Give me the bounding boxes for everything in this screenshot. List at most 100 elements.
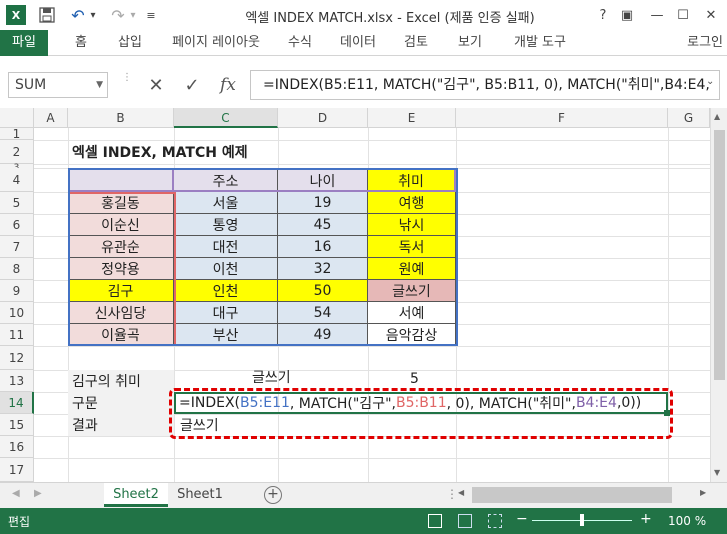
table-cell[interactable]: 대구 — [174, 302, 278, 324]
table-header-cell-b[interactable] — [68, 168, 174, 192]
table-cell[interactable]: 이순신 — [68, 214, 174, 236]
tab-view[interactable]: 보기 — [450, 30, 490, 56]
table-cell[interactable]: 독서 — [368, 236, 456, 258]
tab-page-layout[interactable]: 페이지 레이아웃 — [164, 30, 268, 56]
table-header-cell-c[interactable]: 주소 — [174, 168, 278, 192]
tab-insert[interactable]: 삽입 — [110, 30, 150, 56]
table-cell[interactable]: 유관순 — [68, 236, 174, 258]
row-header-2[interactable]: 2 — [0, 140, 34, 164]
row-header-1[interactable]: 1 — [0, 127, 34, 141]
zoom-out-button[interactable]: − — [516, 511, 528, 527]
fill-handle[interactable] — [664, 410, 670, 416]
table-cell[interactable]: 이천 — [174, 258, 278, 280]
tab-splitter-icon[interactable]: ⋮ — [446, 487, 458, 501]
cell-c13[interactable]: 글쓰기 — [248, 366, 348, 388]
table-cell[interactable]: 음악감상 — [368, 324, 456, 346]
table-cell[interactable]: 낚시 — [368, 214, 456, 236]
normal-view-icon[interactable] — [428, 514, 442, 528]
table-header-cell-d[interactable]: 나이 — [278, 168, 368, 192]
active-cell-editor[interactable]: =INDEX(B5:E11, MATCH("김구", B5:B11, 0), M… — [174, 392, 668, 414]
sheet-nav-right-icon[interactable]: ▶ — [34, 488, 42, 499]
undo-dropdown-icon[interactable]: ▾ — [88, 4, 98, 26]
ribbon-display-icon[interactable]: ▣ — [616, 4, 638, 26]
table-cell[interactable]: 서예 — [368, 302, 456, 324]
table-cell[interactable]: 32 — [278, 258, 368, 280]
row-header-4[interactable]: 4 — [0, 168, 34, 192]
row-header-7[interactable]: 7 — [0, 236, 34, 258]
table-cell[interactable]: 49 — [278, 324, 368, 346]
table-cell[interactable]: 대전 — [174, 236, 278, 258]
save-icon[interactable] — [36, 4, 58, 26]
scroll-up-icon[interactable]: ▲ — [714, 112, 720, 121]
page-break-view-icon[interactable] — [488, 514, 502, 528]
cancel-button[interactable]: ✕ — [142, 72, 170, 98]
table-cell[interactable]: 신사임당 — [68, 302, 174, 324]
row-header-11[interactable]: 11 — [0, 324, 34, 346]
zoom-level[interactable]: 100 % — [668, 514, 706, 528]
scroll-down-icon[interactable]: ▼ — [714, 468, 720, 477]
sheet-tab-sheet2[interactable]: Sheet2 — [104, 483, 168, 507]
hscroll-thumb[interactable] — [472, 487, 672, 503]
row-header-8[interactable]: 8 — [0, 258, 34, 280]
cell-c15[interactable]: 글쓰기 — [176, 414, 276, 436]
row-header-9[interactable]: 9 — [0, 280, 34, 302]
redo-dropdown-icon[interactable]: ▾ — [128, 4, 138, 26]
table-cell[interactable]: 통영 — [174, 214, 278, 236]
excel-app-icon[interactable]: X — [6, 5, 26, 25]
row-header-14[interactable]: 14 — [0, 392, 34, 414]
cell-b13[interactable]: 김구의 취미 — [68, 370, 174, 392]
table-cell[interactable]: 원예 — [368, 258, 456, 280]
cell-d13[interactable]: 5 — [410, 368, 430, 390]
row-header-15[interactable]: 15 — [0, 414, 34, 436]
row-header-5[interactable]: 5 — [0, 192, 34, 214]
column-header-f[interactable]: F — [456, 108, 668, 128]
tab-file[interactable]: 파일 — [0, 30, 48, 56]
table-cell[interactable]: 정약용 — [68, 258, 174, 280]
table-cell[interactable]: 19 — [278, 192, 368, 214]
cell-b15[interactable]: 결과 — [68, 414, 174, 436]
table-cell[interactable]: 서울 — [174, 192, 278, 214]
tab-review[interactable]: 검토 — [396, 30, 436, 56]
table-cell[interactable]: 인천 — [174, 280, 278, 302]
insert-function-button[interactable]: fx — [214, 72, 242, 98]
page-layout-view-icon[interactable] — [458, 514, 472, 528]
customize-qat-icon[interactable]: ≡ — [144, 4, 158, 26]
vertical-scrollbar[interactable]: ▲ ▼ — [710, 108, 727, 482]
minimize-icon[interactable]: — — [646, 4, 668, 26]
sheet-nav-left-icon[interactable]: ◀ — [12, 488, 20, 499]
zoom-in-button[interactable]: + — [640, 511, 652, 527]
cell-b14[interactable]: 구문 — [68, 392, 174, 414]
hscroll-left-icon[interactable]: ◀ — [458, 488, 464, 497]
tab-formulas[interactable]: 수식 — [280, 30, 320, 56]
table-cell[interactable]: 54 — [278, 302, 368, 324]
table-cell[interactable]: 이율곡 — [68, 324, 174, 346]
table-header-cell-e[interactable]: 취미 — [368, 168, 456, 192]
row-header-13[interactable]: 13 — [0, 370, 34, 392]
enter-button[interactable]: ✓ — [178, 72, 206, 98]
scroll-thumb[interactable] — [714, 130, 725, 380]
chevron-down-icon[interactable]: ▼ — [96, 73, 103, 97]
tab-developer[interactable]: 개발 도구 — [504, 30, 576, 56]
name-box[interactable]: SUM ▼ — [8, 72, 108, 98]
tab-data[interactable]: 데이터 — [334, 30, 382, 56]
hscroll-right-icon[interactable]: ▶ — [700, 488, 706, 497]
expand-formula-icon[interactable]: ⌄ — [706, 76, 714, 87]
sheet-title[interactable]: 엑셀 INDEX, MATCH 예제 — [68, 140, 368, 164]
zoom-slider-thumb[interactable] — [580, 514, 584, 526]
table-cell[interactable]: 16 — [278, 236, 368, 258]
login-link[interactable]: 로그인 — [687, 30, 723, 56]
row-header-10[interactable]: 10 — [0, 302, 34, 324]
table-cell[interactable]: 45 — [278, 214, 368, 236]
table-cell[interactable]: 홍길동 — [68, 192, 174, 214]
row-header-12[interactable]: 12 — [0, 346, 34, 370]
help-icon[interactable]: ? — [592, 4, 614, 26]
select-all-corner[interactable] — [0, 108, 34, 128]
formula-input[interactable]: =INDEX(B5:E11, MATCH("김구", B5:B11, 0), M… — [250, 70, 720, 100]
add-sheet-button[interactable]: + — [264, 486, 282, 504]
row-header-6[interactable]: 6 — [0, 214, 34, 236]
table-cell[interactable]: 여행 — [368, 192, 456, 214]
undo-icon[interactable]: ↶ — [68, 4, 88, 26]
sheet-tab-sheet1[interactable]: Sheet1 — [170, 483, 230, 507]
row-header-17[interactable]: 17 — [0, 458, 34, 482]
row-header-16[interactable]: 16 — [0, 436, 34, 458]
